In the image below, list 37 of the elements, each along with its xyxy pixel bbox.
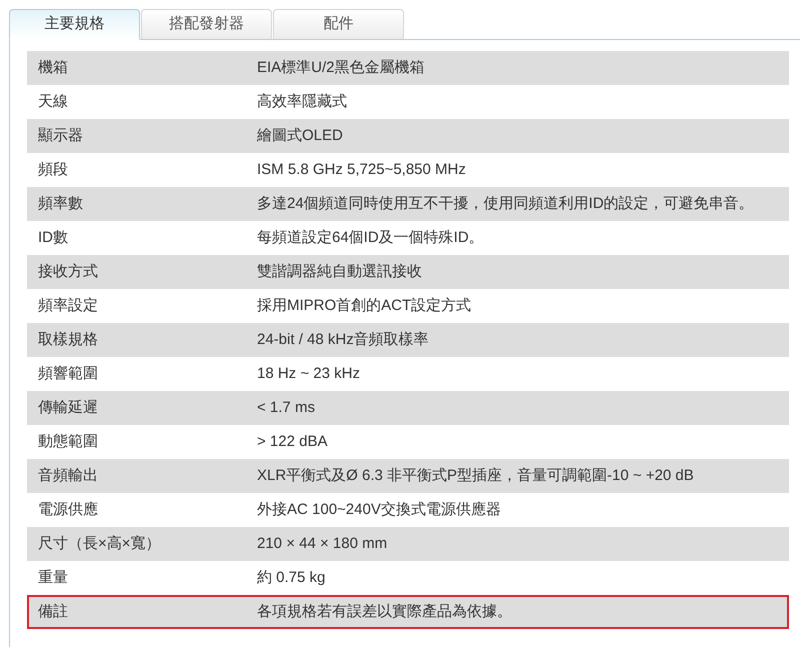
spec-value: 雙諧調器純自動選訊接收 — [257, 262, 423, 282]
spec-name: 傳輸延遲 — [37, 398, 99, 418]
spec-value: XLR平衡式及Ø 6.3 非平衡式P型插座，音量可調範圍-10 ~ +20 dB — [257, 466, 695, 486]
spec-value: 各項規格若有誤差以實際產品為依據。 — [257, 602, 513, 622]
spec-value: 約 0.75 kg — [257, 568, 326, 588]
spec-value: 每頻道設定64個ID及一個特殊ID。 — [257, 228, 485, 248]
spec-name: 接收方式 — [37, 262, 99, 282]
spec-name: 重量 — [37, 568, 69, 588]
spec-name: 取樣規格 — [37, 330, 99, 350]
spec-name: 機箱 — [37, 58, 69, 78]
spec-name: 天線 — [37, 92, 69, 112]
spec-value: 外接AC 100~240V交換式電源供應器 — [257, 500, 502, 520]
spec-value: 210 × 44 × 180 mm — [257, 534, 388, 554]
spec-value: 18 Hz ~ 23 kHz — [257, 364, 361, 384]
spec-value: 繪圖式OLED — [257, 126, 344, 146]
spec-name: 動態範圍 — [37, 432, 99, 452]
spec-value: < 1.7 ms — [257, 398, 316, 418]
spec-value: > 122 dBA — [257, 432, 328, 452]
spec-value: 24-bit / 48 kHz音頻取樣率 — [257, 330, 430, 350]
spec-name: 音頻輸出 — [37, 466, 99, 486]
spec-value: EIA標準U/2黑色金屬機箱 — [257, 58, 426, 78]
tab[interactable]: 主要規格 — [9, 9, 140, 40]
spec-name: 備註 — [37, 602, 69, 622]
spec-name: 頻率設定 — [37, 296, 99, 316]
spec-value: ISM 5.8 GHz 5,725~5,850 MHz — [257, 160, 467, 180]
spec-name: ID數 — [37, 228, 69, 248]
tab[interactable]: 配件 — [273, 9, 404, 40]
spec-value: 多達24個頻道同時使用互不干擾，使用同頻道利用ID的設定，可避免串音。 — [257, 194, 755, 214]
spec-name: 頻響範圍 — [37, 364, 99, 384]
spec-name: 電源供應 — [37, 500, 99, 520]
tab[interactable]: 搭配發射器 — [141, 9, 272, 40]
spec-name: 頻率數 — [37, 194, 84, 214]
spec-name: 頻段 — [37, 160, 69, 180]
spec-value: 採用MIPRO首創的ACT設定方式 — [257, 296, 472, 316]
spec-name: 顯示器 — [37, 126, 84, 146]
spec-name: 尺寸（長×高×寬） — [37, 534, 162, 554]
spec-value: 高效率隱藏式 — [257, 92, 348, 112]
